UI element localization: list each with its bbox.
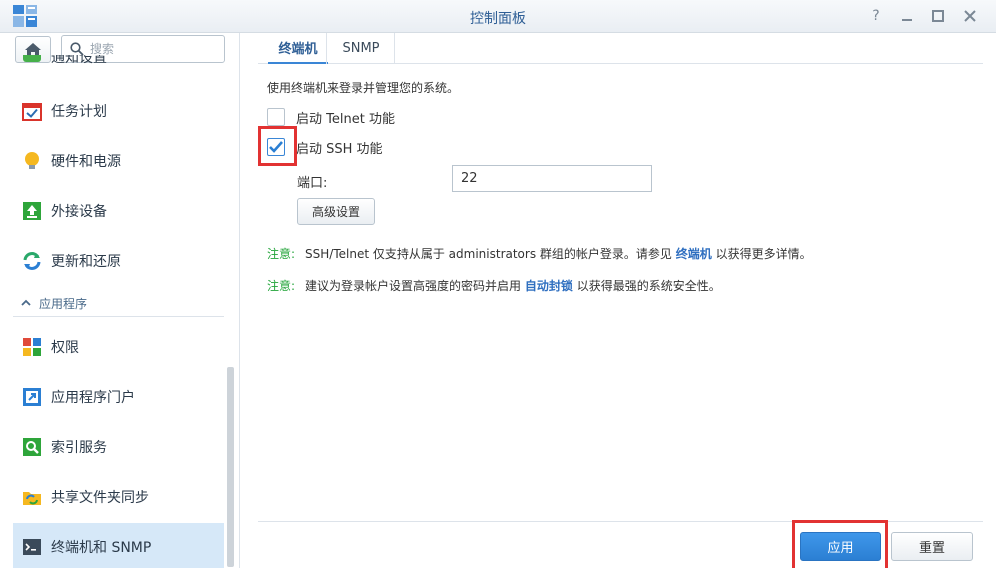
tab-bar: 终端机 SNMP	[258, 33, 983, 64]
sidebar-item-label: 通知设置	[51, 55, 107, 66]
note-ssh-admin: 注意: SSH/Telnet 仅支持从属于 administrators 群组的帐…	[267, 245, 812, 262]
note-security: 注意: 建议为登录帐户设置高强度的密码并启用 自动封锁 以获得最强的系统安全性。	[267, 277, 721, 294]
terminal-description: 使用终端机来登录并管理您的系统。	[267, 81, 460, 95]
sidebar-item-label: 共享文件夹同步	[51, 490, 149, 506]
tab-snmp[interactable]: SNMP	[328, 33, 394, 64]
maximize-icon	[932, 10, 944, 22]
help-icon: ?	[872, 8, 880, 24]
sidebar-item-label: 终端机和 SNMP	[51, 540, 152, 556]
sidebar-item-label: 索引服务	[51, 440, 107, 456]
note-text: 建议为登录帐户设置高强度的密码并启用	[305, 279, 522, 293]
control-panel-window: 控制面板 ? 通知设置	[0, 0, 996, 568]
minimize-icon	[902, 19, 912, 21]
sidebar-item-app-portal[interactable]: 应用程序门户	[13, 373, 224, 421]
apply-button[interactable]: 应用	[800, 532, 881, 561]
sidebar-item-task-scheduler[interactable]: 任务计划	[13, 87, 224, 135]
sidebar-item-terminal-snmp[interactable]: 终端机和 SNMP	[13, 523, 224, 568]
sidebar: 通知设置 任务计划 硬件和电源	[0, 33, 240, 568]
task-scheduler-icon	[22, 101, 42, 121]
title-bar: 控制面板 ?	[0, 0, 996, 33]
section-header-label: 应用程序	[39, 297, 88, 311]
ssh-label: 启动 SSH 功能	[296, 141, 383, 157]
sidebar-item-indexing-service[interactable]: 索引服务	[13, 423, 224, 471]
terminal-help-link[interactable]: 终端机	[676, 247, 712, 261]
note-tag: 注意:	[267, 247, 296, 261]
port-input[interactable]	[452, 165, 652, 192]
ssh-checkbox-highlight	[258, 126, 297, 166]
telnet-checkbox[interactable]	[267, 108, 285, 126]
notification-icon	[23, 55, 41, 62]
sidebar-item-label: 任务计划	[51, 104, 107, 120]
sidebar-item-hardware-power[interactable]: 硬件和电源	[13, 137, 224, 185]
note-text: 以获得更多详情。	[715, 247, 812, 261]
tab-terminal[interactable]: 终端机	[268, 33, 328, 64]
close-icon	[964, 10, 976, 22]
sidebar-item-external-devices[interactable]: 外接设备	[13, 187, 224, 235]
sidebar-item-update-restore[interactable]: 更新和还原	[13, 237, 224, 285]
sidebar-item-shared-folder-sync[interactable]: 共享文件夹同步	[13, 473, 224, 521]
sidebar-item-label: 应用程序门户	[51, 390, 135, 406]
help-button[interactable]: ?	[866, 6, 886, 26]
reset-button[interactable]: 重置	[891, 532, 973, 561]
external-device-icon	[22, 201, 42, 221]
auto-block-link[interactable]: 自动封锁	[525, 279, 573, 293]
sidebar-item-notification[interactable]: 通知设置	[22, 55, 202, 71]
window-title: 控制面板	[470, 11, 526, 27]
search-icon	[70, 42, 84, 56]
port-label: 端口:	[297, 176, 328, 191]
sidebar-scrollbar[interactable]	[227, 367, 234, 567]
lightbulb-icon	[22, 151, 42, 171]
sidebar-item-label: 更新和还原	[51, 254, 121, 270]
section-header-applications[interactable]: 应用程序	[13, 291, 224, 317]
note-text: SSH/Telnet 仅支持从属于 administrators 群组的帐户登录…	[305, 247, 672, 261]
advanced-settings-button[interactable]: 高级设置	[297, 198, 375, 225]
terminal-icon	[22, 537, 42, 557]
tab-divider	[326, 33, 327, 64]
telnet-toggle[interactable]: 启动 Telnet 功能	[267, 107, 395, 127]
sidebar-item-label: 外接设备	[51, 204, 107, 220]
telnet-label: 启动 Telnet 功能	[296, 111, 395, 127]
sidebar-item-label: 权限	[51, 340, 79, 356]
minimize-button[interactable]	[897, 6, 917, 26]
note-tag: 注意:	[267, 279, 296, 293]
indexing-service-icon	[22, 437, 42, 457]
close-button[interactable]	[960, 6, 980, 26]
maximize-button[interactable]	[928, 6, 948, 26]
shared-folder-sync-icon	[22, 487, 42, 507]
sidebar-item-privileges[interactable]: 权限	[13, 323, 224, 371]
privileges-icon	[22, 337, 42, 357]
app-portal-icon	[22, 387, 42, 407]
chevron-up-icon	[21, 298, 31, 309]
update-restore-icon	[22, 251, 42, 271]
tab-divider	[394, 33, 395, 64]
sidebar-item-label: 硬件和电源	[51, 154, 121, 170]
note-text: 以获得最强的系统安全性。	[576, 279, 721, 293]
